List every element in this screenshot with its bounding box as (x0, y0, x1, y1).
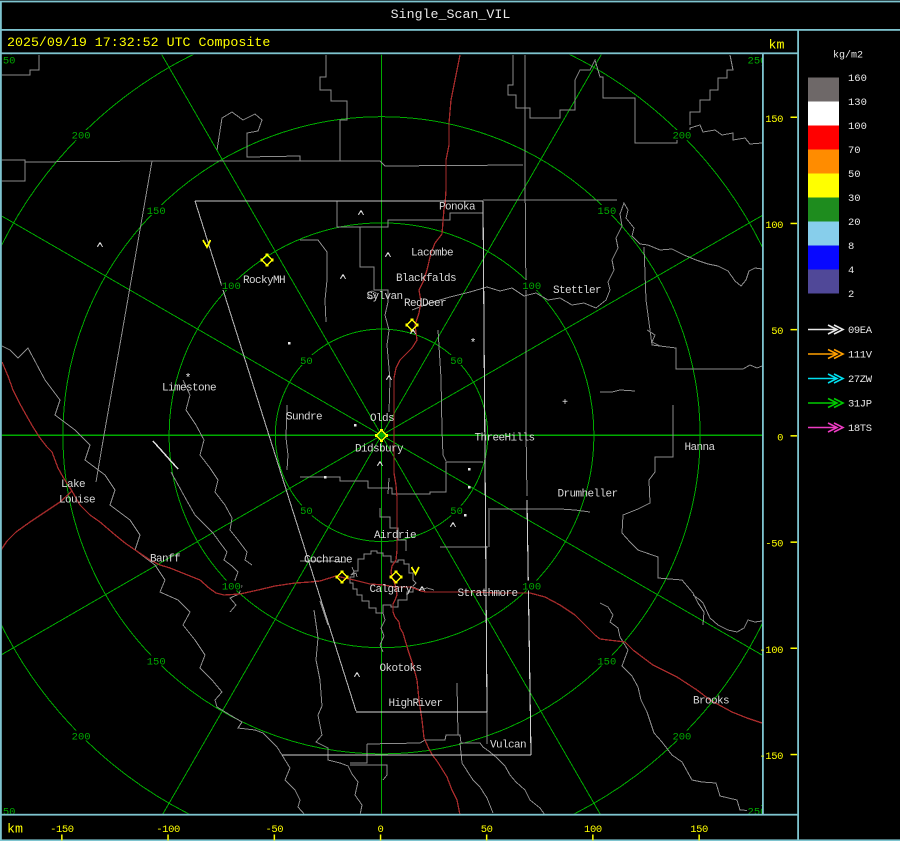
svg-text:Sundre: Sundre (286, 412, 322, 424)
svg-text:Brooks: Brooks (693, 696, 729, 708)
svg-text:Olds: Olds (370, 413, 394, 425)
svg-text:70: 70 (848, 145, 861, 157)
svg-text:Limestone: Limestone (162, 383, 216, 395)
svg-text:Ponoka: Ponoka (439, 202, 476, 214)
svg-text:150: 150 (597, 206, 616, 218)
svg-text:0: 0 (378, 824, 384, 836)
svg-text:18TS: 18TS (848, 423, 872, 435)
svg-text:200: 200 (672, 131, 691, 143)
svg-text:Okotoks: Okotoks (380, 663, 422, 675)
svg-text:100: 100 (222, 281, 241, 293)
svg-text:50: 50 (300, 506, 313, 518)
svg-text:Didsbury: Didsbury (355, 444, 404, 456)
svg-text:*: * (470, 338, 477, 350)
svg-text:Stettler: Stettler (553, 285, 601, 297)
svg-text:20: 20 (848, 217, 861, 229)
svg-text:100: 100 (584, 824, 602, 836)
svg-text:Hanna: Hanna (685, 442, 716, 454)
svg-text:250: 250 (0, 56, 15, 68)
svg-text:-100: -100 (759, 645, 783, 657)
svg-text:Calgary: Calgary (370, 584, 413, 596)
svg-text:50: 50 (300, 356, 313, 368)
svg-text:160: 160 (848, 73, 867, 85)
svg-text:-50: -50 (265, 824, 283, 836)
svg-text:RockyMH: RockyMH (243, 275, 285, 287)
svg-text:Lake: Lake (61, 479, 85, 491)
svg-text:Vulcan: Vulcan (490, 740, 526, 752)
svg-text:-150: -150 (50, 824, 74, 836)
svg-text:30: 30 (848, 193, 861, 205)
svg-text:111V: 111V (848, 350, 873, 362)
svg-text:4: 4 (848, 265, 854, 277)
svg-text:200: 200 (672, 732, 691, 744)
svg-text:150: 150 (147, 656, 166, 668)
svg-text:HighRiver: HighRiver (389, 698, 443, 710)
svg-text:150: 150 (690, 824, 708, 836)
svg-text:8: 8 (848, 241, 854, 253)
svg-text:Lacombe: Lacombe (411, 248, 453, 260)
svg-text:Sylvan: Sylvan (367, 291, 403, 303)
svg-text:Drumheller: Drumheller (558, 489, 618, 501)
svg-text:2: 2 (848, 289, 854, 301)
svg-text:31JP: 31JP (848, 399, 872, 411)
svg-text:150: 150 (147, 206, 166, 218)
svg-text:Blackfalds: Blackfalds (396, 273, 456, 285)
svg-text:ThreeHills: ThreeHills (475, 433, 535, 445)
svg-text:Louise: Louise (59, 495, 95, 507)
svg-text:kg/m2: kg/m2 (833, 50, 863, 62)
svg-text:130: 130 (848, 97, 867, 109)
svg-text:RedDeer: RedDeer (404, 298, 446, 310)
svg-text:150: 150 (597, 656, 616, 668)
svg-text:Single_Scan_VIL: Single_Scan_VIL (391, 7, 511, 22)
svg-text:50: 50 (481, 824, 493, 836)
svg-text:+: + (562, 398, 568, 409)
svg-text:50: 50 (450, 506, 463, 518)
svg-text:km: km (769, 37, 785, 52)
svg-text:-100: -100 (156, 824, 180, 836)
svg-text:50: 50 (771, 326, 783, 338)
svg-text:150: 150 (765, 114, 783, 126)
svg-text:100: 100 (222, 581, 241, 593)
svg-text:100: 100 (765, 220, 783, 232)
svg-text:50: 50 (450, 356, 463, 368)
svg-text:-150: -150 (759, 751, 783, 763)
svg-text:27ZW: 27ZW (848, 374, 873, 386)
svg-text:50: 50 (848, 169, 861, 181)
svg-text:km: km (7, 822, 23, 837)
svg-text:-50: -50 (765, 539, 783, 551)
svg-text:0: 0 (777, 432, 783, 444)
svg-text:Strathmore: Strathmore (458, 588, 518, 600)
svg-text:09EA: 09EA (848, 325, 873, 337)
svg-text:Cochrane: Cochrane (304, 555, 352, 567)
svg-text:100: 100 (522, 581, 541, 593)
svg-text:200: 200 (72, 131, 91, 143)
svg-text:100: 100 (522, 281, 541, 293)
svg-text:100: 100 (848, 121, 867, 133)
svg-text:Banff: Banff (150, 554, 180, 566)
svg-text:Airdrie: Airdrie (374, 530, 416, 542)
svg-text:2025/09/19 17:32:52 UTC Compos: 2025/09/19 17:32:52 UTC Composite (7, 35, 270, 50)
svg-text:200: 200 (72, 732, 91, 744)
